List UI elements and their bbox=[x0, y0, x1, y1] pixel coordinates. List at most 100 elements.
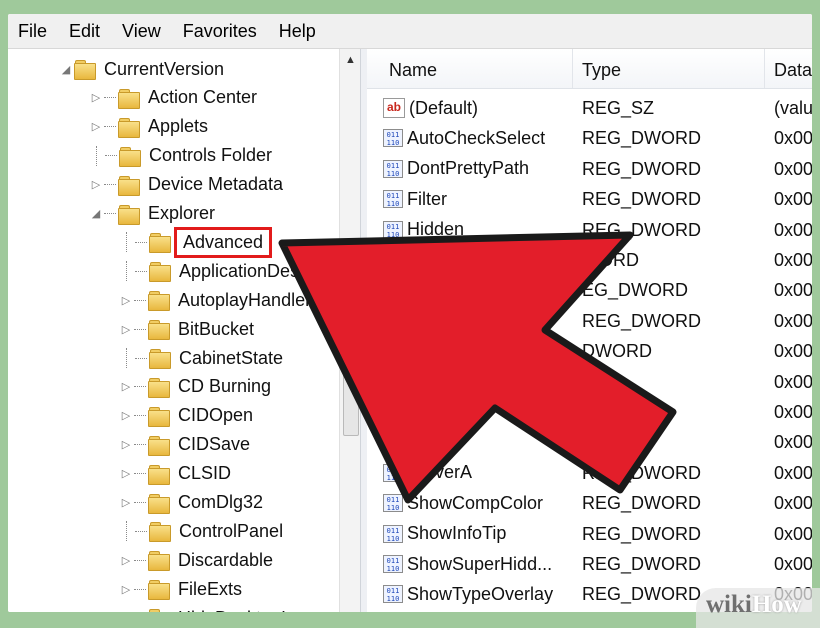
folder-icon bbox=[148, 550, 170, 570]
value-row[interactable]: 011110M0x0000 bbox=[367, 397, 812, 427]
tree-item[interactable]: ▷FileExts bbox=[118, 575, 242, 603]
menu-help[interactable]: Help bbox=[268, 14, 327, 48]
value-row[interactable]: 011110ShowInfoTipREG_DWORD0x0000 bbox=[367, 519, 812, 549]
tree-item[interactable]: ▷HideDesktopIcons bbox=[118, 604, 324, 612]
tree-connector bbox=[126, 521, 135, 541]
tree-item[interactable]: Controls Folder bbox=[88, 142, 272, 170]
tree-item[interactable]: ▷ ComDlg32 bbox=[118, 489, 263, 517]
value-name-cell: 011110M bbox=[383, 397, 581, 427]
tree-item[interactable]: ▷CLSID bbox=[118, 460, 231, 488]
value-row[interactable]: 011110ShowCompColorREG_DWORD0x0000 bbox=[367, 488, 812, 518]
value-row[interactable]: 011110EG_DWORD0x0000 bbox=[367, 275, 812, 305]
collapse-arrow-icon[interactable]: ▷ bbox=[118, 583, 134, 596]
collapse-arrow-icon[interactable]: ▷ bbox=[118, 380, 134, 393]
value-row[interactable]: 011110ShowSuperHidd...REG_DWORD0x0000 bbox=[367, 549, 812, 579]
collapse-arrow-icon[interactable]: ▷ bbox=[118, 323, 134, 336]
tree-item[interactable]: ▷Action Center bbox=[88, 84, 257, 112]
collapse-arrow-icon[interactable]: ▷ bbox=[88, 91, 104, 104]
value-row[interactable]: 011110AutoCheckSelectREG_DWORD0x0000 bbox=[367, 123, 812, 153]
grip-icon: ≡ bbox=[346, 340, 356, 354]
value-row[interactable]: 011110DontPrettyPathREG_DWORD0x0000 bbox=[367, 154, 812, 184]
collapse-arrow-icon[interactable]: ▷ bbox=[88, 120, 104, 133]
value-name: ShowTypeOverlay bbox=[407, 584, 553, 605]
folder-body bbox=[74, 63, 96, 80]
tree-item[interactable]: ◢Explorer bbox=[88, 200, 215, 228]
menu-favorites[interactable]: Favorites bbox=[172, 14, 268, 48]
collapse-arrow-icon[interactable]: ▷ bbox=[88, 178, 104, 191]
column-type-header[interactable]: Type bbox=[582, 49, 621, 88]
collapse-arrow-icon[interactable]: ▷ bbox=[118, 496, 134, 509]
collapse-arrow-icon[interactable]: ▷ bbox=[118, 438, 134, 451]
tree-item[interactable]: ▷Applets bbox=[88, 113, 208, 141]
tree-item[interactable]: ◢CurrentVersion bbox=[58, 55, 224, 83]
value-type-cell: REG_DWORD bbox=[582, 215, 701, 245]
tree-item-label: ComDlg32 bbox=[178, 492, 263, 513]
collapse-arrow-icon[interactable]: ▷ bbox=[118, 409, 134, 422]
menu-view[interactable]: View bbox=[111, 14, 172, 48]
tree-item[interactable]: ApplicationDestinations bbox=[118, 257, 360, 285]
folder-body bbox=[118, 208, 140, 225]
value-data-cell: (value bbox=[774, 93, 812, 123]
column-data-header[interactable]: Data bbox=[774, 49, 812, 88]
value-row[interactable]: 011110SepaREG_0x0000 bbox=[367, 427, 812, 457]
value-row[interactable]: ab(Default)REG_SZ(value bbox=[367, 93, 812, 123]
folder-body bbox=[118, 179, 140, 196]
tree-item[interactable]: ▷CIDSave bbox=[118, 431, 250, 459]
scroll-up-icon[interactable]: ▲ bbox=[340, 49, 361, 69]
column-name-header[interactable]: Name bbox=[389, 49, 437, 88]
expand-arrow-icon[interactable]: ◢ bbox=[88, 207, 104, 220]
collapse-arrow-icon[interactable]: ▷ bbox=[118, 554, 134, 567]
menu-edit[interactable]: Edit bbox=[58, 14, 111, 48]
value-name-cell: 011110 bbox=[383, 275, 581, 305]
value-name: ServerA bbox=[407, 462, 472, 483]
value-name: ShowCompColor bbox=[407, 493, 543, 514]
tree-item[interactable]: ▷BitBucket bbox=[118, 315, 254, 343]
value-row[interactable]: 011110HiddenREG_DWORD0x0000 bbox=[367, 215, 812, 245]
folder-icon bbox=[149, 232, 171, 252]
value-name: ShowSuperHidd... bbox=[407, 554, 552, 575]
expand-arrow-icon[interactable]: ◢ bbox=[58, 63, 74, 76]
tree-item[interactable]: ▷CD Burning bbox=[118, 373, 271, 401]
value-data-cell: 0x0000 bbox=[774, 488, 812, 518]
tree-item[interactable]: ControlPanel bbox=[118, 517, 283, 545]
folder-icon bbox=[148, 290, 170, 310]
folder-icon bbox=[148, 493, 170, 513]
value-row[interactable]: 011110ServerAREG_DWORD0x0000 bbox=[367, 458, 812, 488]
tree-item[interactable]: Advanced bbox=[118, 228, 267, 256]
collapse-arrow-icon[interactable]: ▷ bbox=[118, 467, 134, 480]
column-divider[interactable] bbox=[764, 49, 765, 88]
value-row[interactable]: 011110DWORD0x0000 bbox=[367, 336, 812, 366]
tree-item[interactable]: ▷AutoplayHandlers bbox=[118, 286, 320, 314]
menu-file[interactable]: File bbox=[8, 14, 58, 48]
collapse-arrow-icon[interactable]: ▷ bbox=[118, 294, 134, 307]
value-name: DontPrettyPath bbox=[407, 158, 529, 179]
tree-item[interactable]: ▷Device Metadata bbox=[88, 171, 283, 199]
dword-value-icon: 011110 bbox=[383, 160, 403, 178]
column-divider[interactable] bbox=[572, 49, 573, 88]
tree-dotted-line bbox=[134, 444, 146, 445]
dword-value-icon: 011110 bbox=[383, 281, 403, 299]
folder-icon bbox=[74, 59, 96, 79]
value-data-cell: 0x0000 bbox=[774, 245, 812, 275]
value-row[interactable]: 011110WORD0x0000 bbox=[367, 245, 812, 275]
folder-icon bbox=[148, 608, 170, 612]
tree-connector bbox=[126, 261, 135, 281]
key-tree[interactable]: ◢CurrentVersion▷Action Center▷AppletsCon… bbox=[8, 49, 360, 612]
value-row[interactable]: 011110FilterREG_DWORD0x0000 bbox=[367, 184, 812, 214]
scrollbar-thumb[interactable]: ≡ bbox=[343, 264, 359, 436]
tree-item[interactable]: ▷CIDOpen bbox=[118, 402, 253, 430]
tree-dotted-line bbox=[134, 386, 146, 387]
value-name-cell: 011110AutoCheckSelect bbox=[383, 123, 581, 153]
value-name-cell: 011110 bbox=[383, 336, 581, 366]
tree-scrollbar[interactable]: ▲ ≡ bbox=[339, 49, 361, 612]
value-row[interactable]: 011110REG_DWORD0x0000 bbox=[367, 306, 812, 336]
value-name-cell: 011110Sepa bbox=[383, 427, 581, 457]
dword-value-icon: 011110 bbox=[383, 190, 403, 208]
value-row[interactable]: 011110D0x0000 bbox=[367, 367, 812, 397]
folder-body bbox=[149, 265, 171, 282]
values-list[interactable]: Name Type Data ab(Default)REG_SZ(value01… bbox=[367, 49, 812, 612]
tree-item[interactable]: ▷Discardable bbox=[118, 546, 273, 574]
value-name-cell: 011110ShowInfoTip bbox=[383, 519, 581, 549]
dword-value-icon: 011110 bbox=[383, 555, 403, 573]
tree-item[interactable]: CabinetState bbox=[118, 344, 283, 372]
